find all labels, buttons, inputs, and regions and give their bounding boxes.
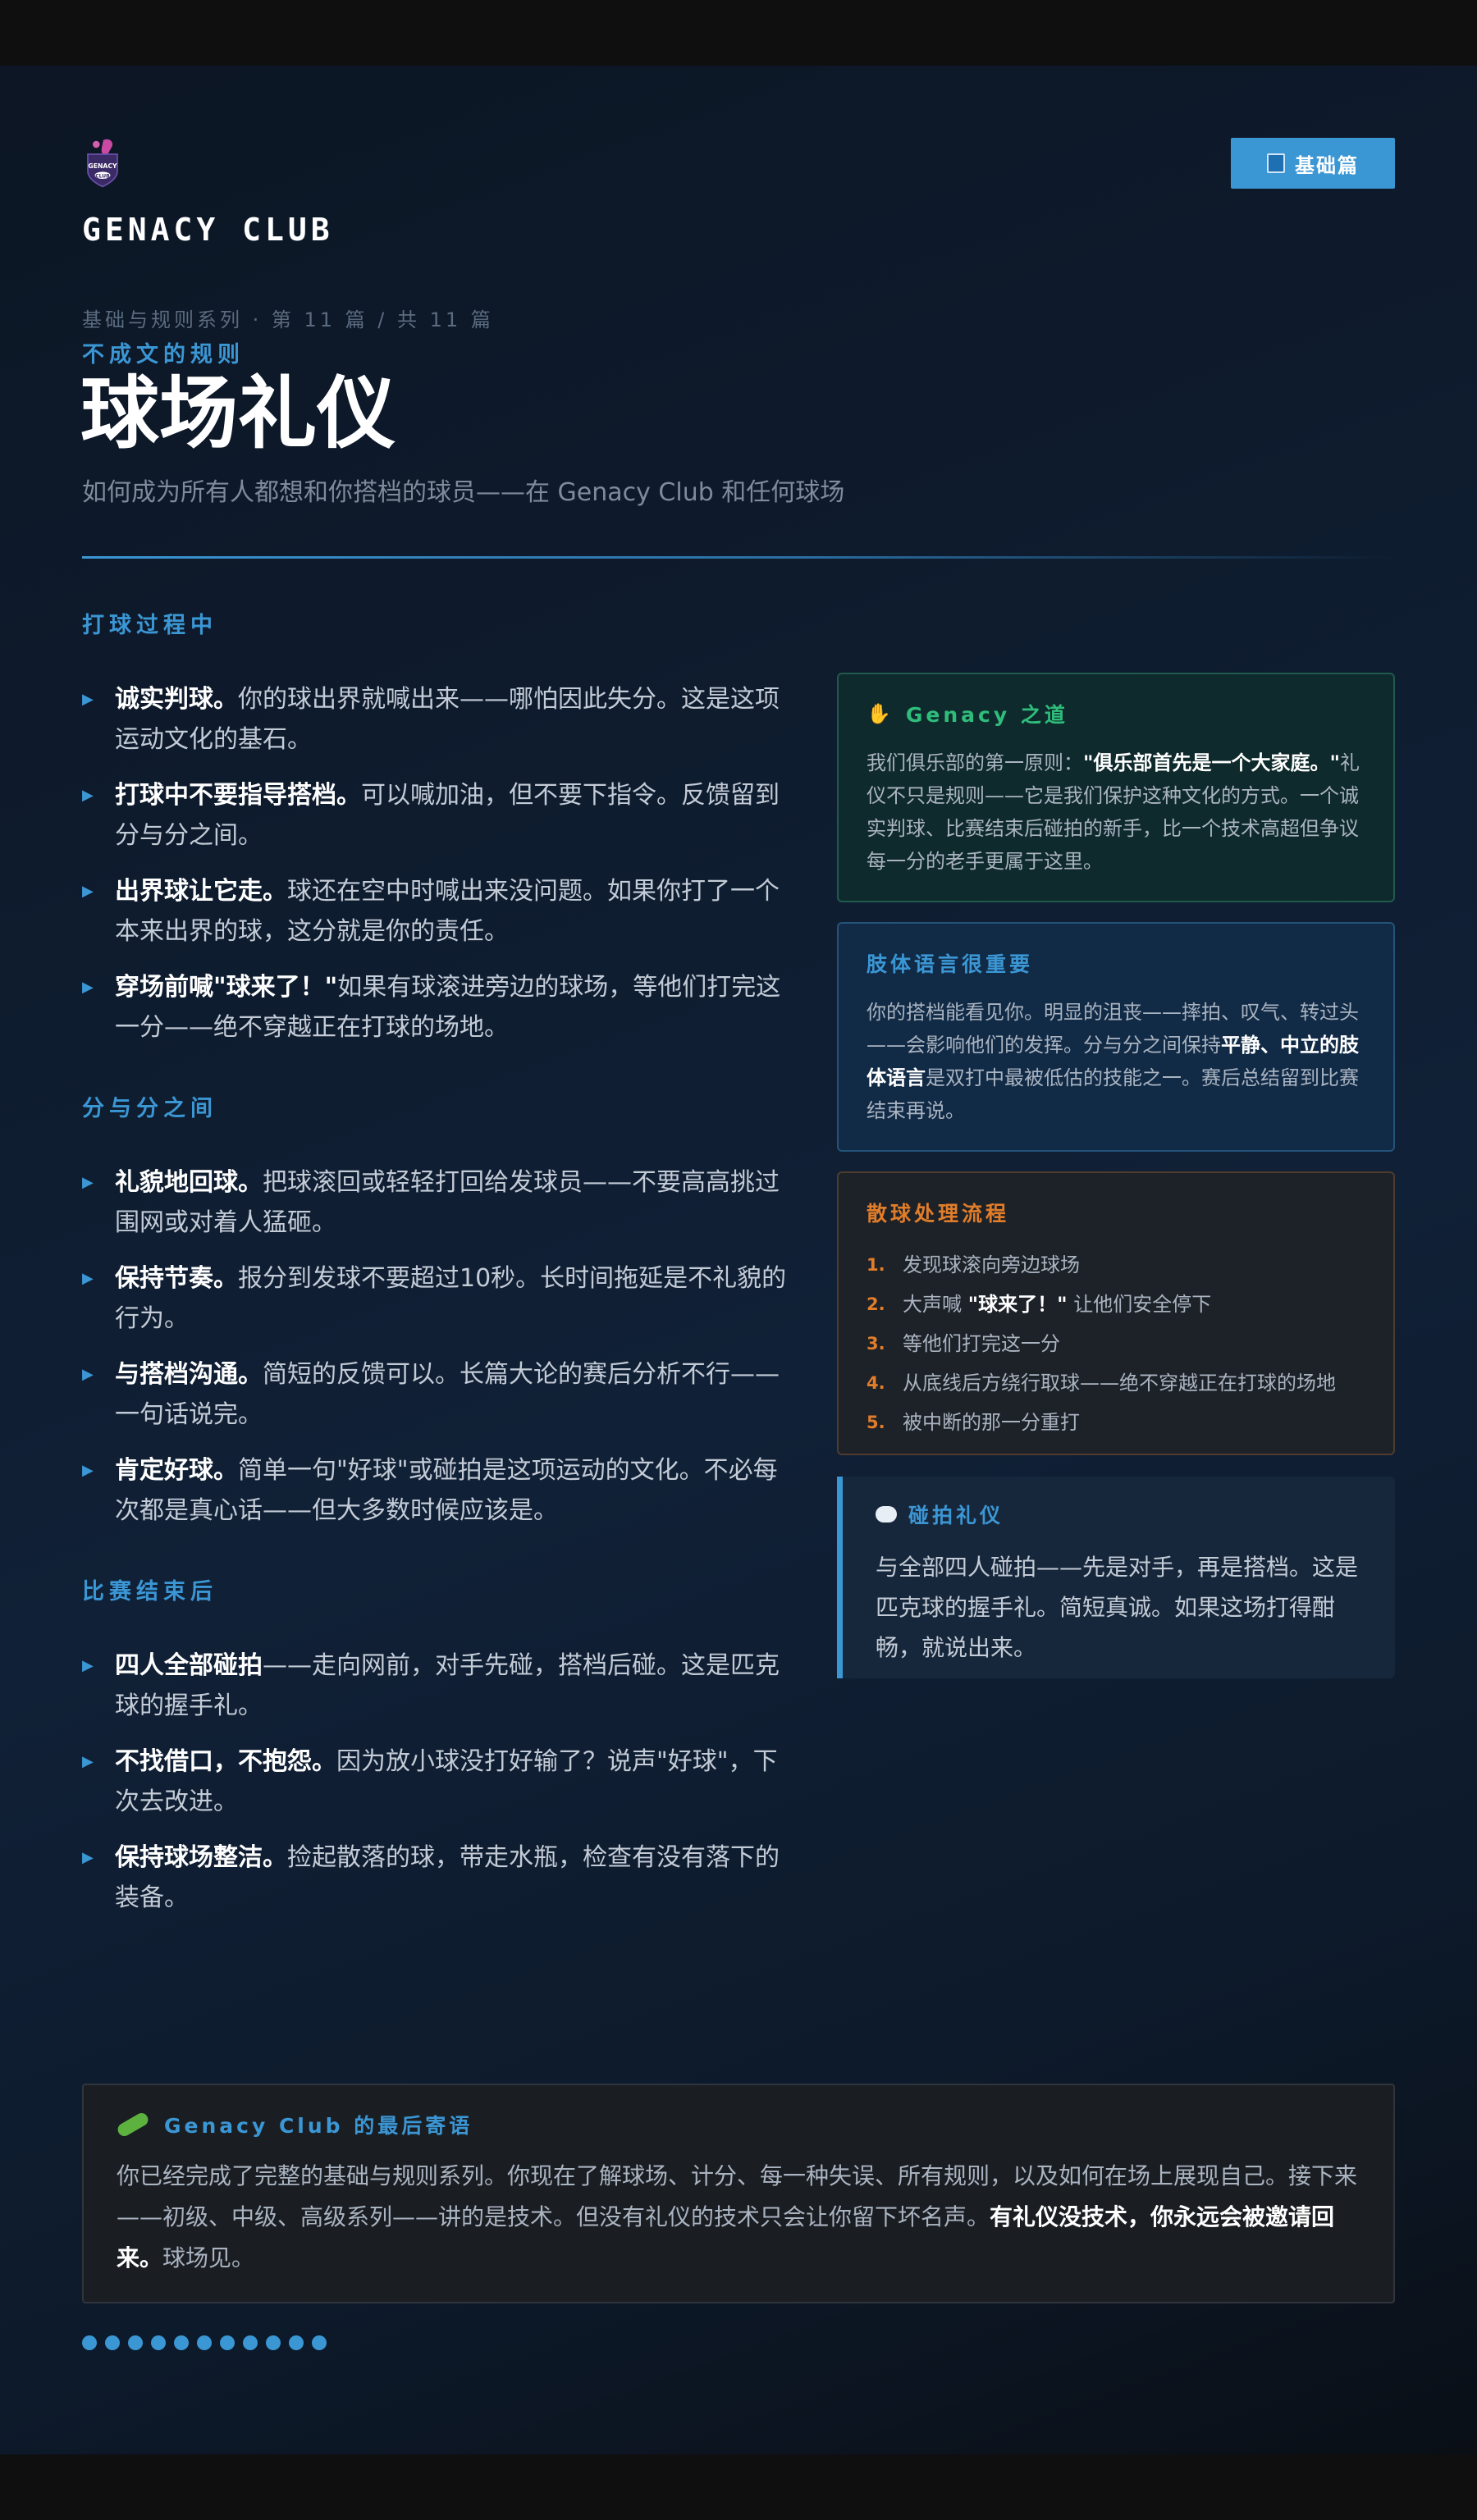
kicker: 不成文的规则 — [82, 342, 245, 368]
progress-dot — [82, 2335, 97, 2350]
step-item: 2. 大声喊 "球来了！" 让他们安全停下 — [867, 1293, 1212, 1316]
progress-dot — [128, 2335, 143, 2350]
steps-list: 1. 发现球滚向旁边球场 2. 大声喊 "球来了！" 让他们安全停下 3. 等他们打完… — [867, 1245, 1365, 1442]
card-body: 你的搭档能看见你。明显的沮丧——摔拍、叹气、转过头——会影响他们的发挥。分与分之… — [867, 1001, 1359, 1122]
series-progress — [82, 2335, 327, 2350]
paddle-tap-card: 碰拍礼仪 与全部四人碰拍——先是对手，再是搭档。这是匹克球的握手礼。简短真诚。如… — [837, 1477, 1395, 1678]
progress-dot — [151, 2335, 166, 2350]
card-body: 我们俱乐部的第一原则："俱乐部首先是一个大家庭。"礼仪不只是规则——它是我们保护… — [867, 751, 1360, 873]
book-icon — [1267, 153, 1285, 173]
logo-text-bottom: CLUB — [95, 173, 110, 179]
rules-column: 打球过程中 ▶ 诚实判球。你的球出界就喊出来——哪怕因此失分。这是这项运动文化的基… — [82, 607, 788, 1961]
progress-dot — [105, 2335, 120, 2350]
page: GENACY CLUB GENACY CLUB 基础篇 基础与规则系列 · 第 … — [0, 66, 1477, 2454]
card-heading: Genacy 之道 — [905, 703, 1068, 727]
divider — [82, 556, 1395, 559]
stray-ball-card: 散球处理流程 1. 发现球滚向旁边球场 2. 大声喊 "球来了！" 让他们安全停下 … — [837, 1171, 1395, 1455]
speech-bubble-icon — [876, 1506, 897, 1522]
level-badge[interactable]: 基础篇 — [1231, 138, 1395, 189]
paddle-icon — [115, 2111, 151, 2139]
brand-name: GENACY CLUB — [82, 212, 334, 248]
section-heading: 打球过程中 — [82, 613, 217, 638]
logo-text-top: GENACY — [88, 162, 117, 170]
page-subtitle: 如何成为所有人都想和你搭档的球员——在 Genacy Club 和任何球场 — [82, 478, 845, 507]
body-language-card: 肢体语言很重要 你的搭档能看见你。明显的沮丧——摔拍、叹气、转过头——会影响他们… — [837, 922, 1395, 1152]
step-item: 3. 等他们打完这一分 — [867, 1332, 1060, 1355]
section-heading: 分与分之间 — [82, 1096, 217, 1121]
list-item: ▶ 穿场前喊"球来了！"如果有球滚进旁边的球场，等他们打完这一分——绝不穿越正在打… — [82, 967, 788, 1048]
arrow-icon: ▶ — [82, 1366, 94, 1383]
step-item: 1. 发现球滚向旁边球场 — [867, 1253, 1080, 1276]
list-item: ▶ 与搭档沟通。简短的反馈可以。长篇大论的赛后分析不行——一句话说完。 — [82, 1354, 788, 1435]
section-heading: 比赛结束后 — [82, 1579, 217, 1605]
arrow-icon: ▶ — [82, 787, 94, 804]
progress-dot — [289, 2335, 304, 2350]
section-after-match: 比赛结束后 ▶ 四人全部碰拍——走向网前，对手先碰，搭档后碰。这是匹克球的握手礼。… — [82, 1573, 788, 1918]
step-item: 5. 被中断的那一分重打 — [867, 1411, 1080, 1434]
card-heading: 碰拍礼仪 — [908, 1504, 1004, 1527]
card-heading: 散球处理流程 — [867, 1202, 1010, 1226]
arrow-icon: ▶ — [82, 1270, 94, 1287]
card-heading: 肢体语言很重要 — [867, 952, 1034, 976]
progress-dot — [266, 2335, 281, 2350]
handshake-icon: ✋ — [867, 702, 894, 725]
genacy-club-logo: GENACY CLUB — [87, 139, 118, 188]
card-body: 与全部四人碰拍——先是对手，再是搭档。这是匹克球的握手礼。简短真诚。如果这场打得… — [876, 1554, 1359, 1661]
page-title: 球场礼仪 — [80, 368, 396, 459]
progress-dot — [197, 2335, 212, 2350]
list-item: ▶ 不找借口，不抱怨。因为放小球没打好输了？说声"好球"，下次去改进。 — [82, 1742, 788, 1822]
progress-dot — [312, 2335, 327, 2350]
genacy-way-card: ✋ Genacy 之道 我们俱乐部的第一原则："俱乐部首先是一个大家庭。"礼仪不… — [837, 673, 1395, 902]
arrow-icon: ▶ — [82, 691, 94, 708]
list-item: ▶ 打球中不要指导搭档。可以喊加油，但不要下指令。反馈留到分与分之间。 — [82, 775, 788, 856]
list-item: ▶ 保持球场整洁。捡起散落的球，带走水瓶，检查有没有落下的装备。 — [82, 1838, 788, 1918]
list-item: ▶ 肯定好球。简单一句"好球"或碰拍是这项运动的文化。不必每次都是真心话——但大多… — [82, 1450, 788, 1531]
badge-label: 基础篇 — [1295, 153, 1359, 177]
list-item: ▶ 诚实判球。你的球出界就喊出来——哪怕因此失分。这是这项运动文化的基石。 — [82, 679, 788, 760]
arrow-icon: ▶ — [82, 1849, 94, 1866]
arrow-icon: ▶ — [82, 1462, 94, 1479]
progress-dot — [174, 2335, 189, 2350]
arrow-icon: ▶ — [82, 883, 94, 900]
list-item: ▶ 保持节奏。报分到发球不要超过10秒。长时间拖延是不礼貌的行为。 — [82, 1258, 788, 1339]
progress-dot — [220, 2335, 235, 2350]
list-item: ▶ 四人全部碰拍——走向网前，对手先碰，搭档后碰。这是匹克球的握手礼。 — [82, 1646, 788, 1726]
arrow-icon: ▶ — [82, 979, 94, 996]
progress-dot — [243, 2335, 258, 2350]
step-item: 4. 从底线后方绕行取球——绝不穿越正在打球的场地 — [867, 1372, 1336, 1395]
series-info: 基础与规则系列 · 第 11 篇 / 共 11 篇 — [82, 308, 494, 331]
arrow-icon: ▶ — [82, 1753, 94, 1770]
final-body: 你已经完成了完整的基础与规则系列。你现在了解球场、计分、每一种失误、所有规则，以… — [117, 2162, 1358, 2271]
arrow-icon: ▶ — [82, 1657, 94, 1674]
section-during-play: 打球过程中 ▶ 诚实判球。你的球出界就喊出来——哪怕因此失分。这是这项运动文化的基… — [82, 607, 788, 1048]
list-item: ▶ 礼貌地回球。把球滚回或轻轻打回给发球员——不要高高挑过围网或对着人猛砸。 — [82, 1162, 788, 1243]
arrow-icon: ▶ — [82, 1174, 94, 1191]
final-heading: Genacy Club 的最后寄语 — [164, 2114, 473, 2138]
section-between-points: 分与分之间 ▶ 礼貌地回球。把球滚回或轻轻打回给发球员——不要高高挑过围网或对着人… — [82, 1090, 788, 1531]
final-message-card: Genacy Club 的最后寄语 你已经完成了完整的基础与规则系列。你现在了解… — [82, 2084, 1395, 2303]
list-item: ▶ 出界球让它走。球还在空中时喊出来没问题。如果你打了一个本来出界的球，这分就是你… — [82, 871, 788, 952]
